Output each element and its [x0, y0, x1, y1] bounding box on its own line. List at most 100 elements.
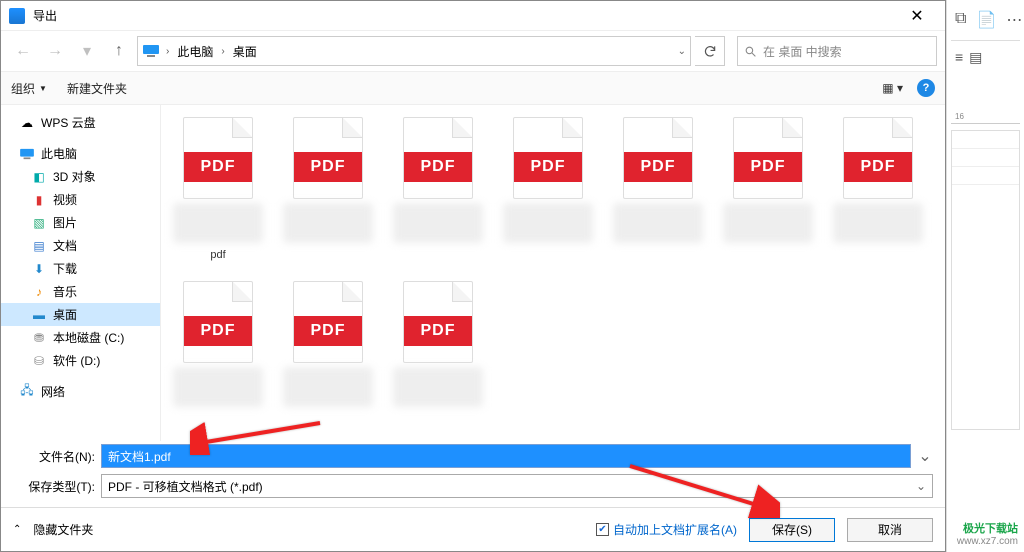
filetype-row: 保存类型(T): PDF - 可移植文档格式 (*.pdf)⌄	[1, 471, 945, 501]
tree-desktop[interactable]: ▬桌面	[1, 303, 160, 326]
up-button[interactable]: ↑	[105, 37, 133, 65]
bottom-bar: ⌃ 隐藏文件夹 ✔ 自动加上文档扩展名(A) 保存(S) 取消	[1, 507, 945, 551]
refresh-button[interactable]	[695, 36, 725, 66]
file-label	[283, 203, 373, 243]
picture-icon: ▧	[31, 215, 47, 231]
search-icon	[744, 45, 757, 58]
tree-3d-objects[interactable]: ◧3D 对象	[1, 165, 160, 188]
filename-row: 文件名(N): 新文档1.pdf ⌄	[1, 441, 945, 471]
ruler: 16	[951, 112, 1020, 124]
file-label	[393, 203, 483, 243]
pdf-file-icon: PDF	[293, 281, 363, 363]
pdf-file-icon: PDF	[733, 117, 803, 199]
file-item[interactable]: PDF	[275, 277, 381, 437]
tree-disk-d[interactable]: ⛁软件 (D:)	[1, 349, 160, 372]
address-dropdown-icon[interactable]: ⌄	[678, 46, 686, 57]
tree-disk-c[interactable]: ⛃本地磁盘 (C:)	[1, 326, 160, 349]
save-button[interactable]: 保存(S)	[749, 518, 835, 542]
help-button[interactable]: ?	[917, 79, 935, 97]
filename-label: 文件名(N):	[13, 448, 95, 465]
paste-icon[interactable]: 📄	[976, 10, 996, 30]
cube-icon: ◧	[31, 169, 47, 185]
file-item[interactable]: PDF	[495, 113, 601, 273]
filetype-select[interactable]: PDF - 可移植文档格式 (*.pdf)⌄	[101, 474, 933, 498]
crumb-pc[interactable]: 此电脑	[175, 41, 215, 62]
expand-icon[interactable]: ⌃	[13, 524, 21, 535]
document-icon: ▤	[31, 238, 47, 254]
file-name: pdf	[210, 249, 225, 261]
tree-downloads[interactable]: ⬇下载	[1, 257, 160, 280]
view-button[interactable]: ▦ ▾	[882, 81, 903, 95]
pdf-file-icon: PDF	[403, 281, 473, 363]
file-label	[173, 367, 263, 407]
file-label	[393, 367, 483, 407]
drive-icon: ⛃	[31, 330, 47, 346]
file-item[interactable]: PDF	[275, 113, 381, 273]
body: ☁WPS 云盘 此电脑 ◧3D 对象 ▮视频 ▧图片 ▤文档 ⬇下载 ♪音乐 ▬…	[1, 105, 945, 441]
tree-network[interactable]: 🖧网络	[1, 380, 160, 403]
file-label	[723, 203, 813, 243]
pdf-file-icon: PDF	[843, 117, 913, 199]
filename-input[interactable]: 新文档1.pdf	[101, 444, 911, 468]
file-item[interactable]: PDF	[715, 113, 821, 273]
file-item[interactable]: PDF	[385, 113, 491, 273]
pdf-file-icon: PDF	[293, 117, 363, 199]
tree-videos[interactable]: ▮视频	[1, 188, 160, 211]
watermark: 极光下载站 www.xz7.com	[957, 523, 1018, 548]
file-item[interactable]: PDF pdf	[165, 113, 271, 273]
pdf-file-icon: PDF	[623, 117, 693, 199]
search-input[interactable]: 在 桌面 中搜索	[737, 36, 937, 66]
crumb-sep-icon: ›	[166, 46, 169, 57]
new-folder-button[interactable]: 新建文件夹	[67, 80, 127, 97]
video-icon: ▮	[31, 192, 47, 208]
window-title: 导出	[33, 7, 897, 24]
music-icon: ♪	[31, 284, 47, 300]
copy-icon[interactable]: ⧉	[955, 10, 966, 30]
file-item[interactable]: PDF	[165, 277, 271, 437]
file-label	[503, 203, 593, 243]
cancel-button[interactable]: 取消	[847, 518, 933, 542]
tree-pictures[interactable]: ▧图片	[1, 211, 160, 234]
address-bar[interactable]: › 此电脑 › 桌面 ⌄	[137, 36, 691, 66]
toolbar: 组织 ▼ 新建文件夹 ▦ ▾ ?	[1, 71, 945, 105]
tree-wps-cloud[interactable]: ☁WPS 云盘	[1, 111, 160, 134]
filetype-label: 保存类型(T):	[13, 478, 95, 495]
nav-row: ← → ▾ ↑ › 此电脑 › 桌面 ⌄ 在 桌面 中搜索	[1, 31, 945, 71]
refresh-icon	[703, 44, 717, 58]
file-item[interactable]: PDF	[385, 277, 491, 437]
download-icon: ⬇	[31, 261, 47, 277]
crumb-sep-icon: ›	[221, 46, 224, 57]
pc-icon	[142, 44, 160, 58]
file-grid: PDF pdf PDF PDF PDF PDF PDF PDF PDF PDF …	[165, 113, 941, 437]
hide-folders-button[interactable]: 隐藏文件夹	[33, 521, 93, 538]
file-item[interactable]: PDF	[825, 113, 931, 273]
more-icon[interactable]: ⋯	[1006, 10, 1022, 30]
back-button[interactable]: ←	[9, 37, 37, 65]
checkbox-icon: ✔	[596, 523, 609, 536]
desktop-icon: ▬	[31, 307, 47, 323]
pdf-file-icon: PDF	[183, 281, 253, 363]
file-label	[613, 203, 703, 243]
forward-button[interactable]: →	[41, 37, 69, 65]
titlebar: 导出 ✕	[1, 1, 945, 31]
pdf-file-icon: PDF	[513, 117, 583, 199]
tree-documents[interactable]: ▤文档	[1, 234, 160, 257]
align-icon[interactable]: ≡	[955, 49, 963, 66]
tree-music[interactable]: ♪音乐	[1, 280, 160, 303]
filename-dropdown-icon[interactable]: ⌄	[917, 446, 933, 466]
file-label	[833, 203, 923, 243]
drive-icon: ⛁	[31, 353, 47, 369]
app-icon	[9, 8, 25, 24]
columns-icon[interactable]: ▤	[969, 49, 982, 66]
organize-button[interactable]: 组织 ▼	[11, 80, 47, 97]
file-item[interactable]: PDF	[605, 113, 711, 273]
tree-this-pc[interactable]: 此电脑	[1, 142, 160, 165]
search-placeholder: 在 桌面 中搜索	[763, 43, 842, 60]
watermark-title: 极光下载站	[957, 523, 1018, 536]
close-button[interactable]: ✕	[897, 2, 937, 30]
file-area[interactable]: PDF pdf PDF PDF PDF PDF PDF PDF PDF PDF …	[161, 105, 945, 441]
recent-button[interactable]: ▾	[73, 37, 101, 65]
crumb-desktop[interactable]: 桌面	[231, 41, 259, 62]
auto-extension-checkbox[interactable]: ✔ 自动加上文档扩展名(A)	[596, 521, 737, 538]
file-label	[283, 367, 373, 407]
